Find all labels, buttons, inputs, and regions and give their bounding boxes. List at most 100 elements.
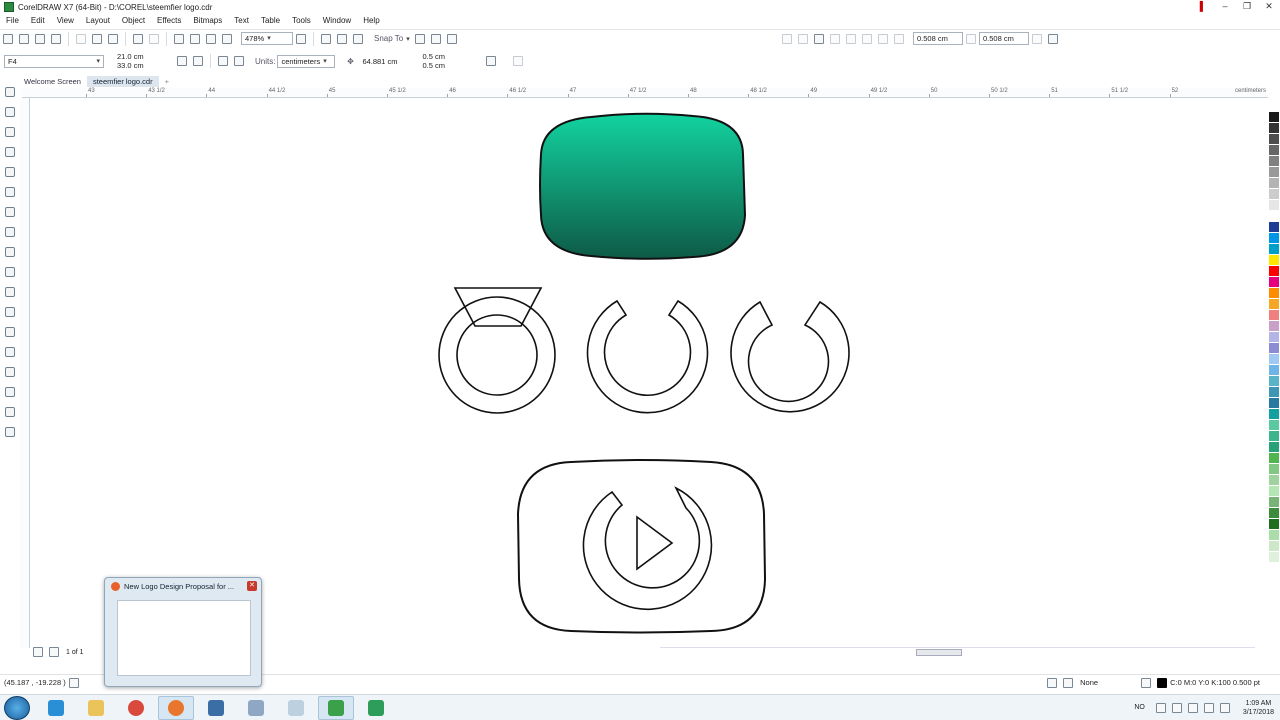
cut-icon[interactable] [76,33,86,44]
artistic-media-tool-icon[interactable] [5,187,15,197]
palette-swatch[interactable] [1269,178,1279,189]
palette-swatch[interactable] [1269,200,1279,211]
thumbnail-close-button[interactable]: ✕ [247,581,257,591]
palette-swatch[interactable] [1269,442,1279,453]
flag-icon[interactable] [1171,702,1182,713]
tab-steemfier-logo[interactable]: steemfier logo.cdr [86,76,159,87]
palette-swatch[interactable] [1269,189,1279,200]
palette-swatch[interactable] [1269,486,1279,497]
horizontal-ruler[interactable]: 43 43 1/2 44 44 1/2 45 45 1/2 46 46 1/2 47 47 1/2… [22,88,1268,98]
palette-swatch[interactable] [1269,541,1279,552]
outline-pen-icon[interactable] [1141,677,1152,688]
new-document-icon[interactable] [3,33,13,44]
scrollbar-thumb[interactable] [916,649,962,656]
print-icon[interactable] [51,33,61,44]
nudge-y-field[interactable]: 0.508 cm [979,32,1029,45]
palette-swatch[interactable] [1269,475,1279,486]
palette-swatch[interactable] [1269,288,1279,299]
palette-swatch[interactable] [1269,255,1279,266]
intersect-icon[interactable] [878,33,888,44]
palette-swatch[interactable] [1269,321,1279,332]
palette-swatch[interactable] [1269,156,1279,167]
menu-window[interactable]: Window [317,14,357,27]
menu-file[interactable]: File [0,14,25,27]
shape-tool-icon[interactable] [5,107,15,117]
palette-swatch[interactable] [1269,552,1279,563]
menu-text[interactable]: Text [228,14,255,27]
menu-edit[interactable]: Edit [25,14,51,27]
all-pages-icon[interactable] [218,56,228,66]
palette-swatch[interactable] [1269,343,1279,354]
palette-swatch[interactable] [1269,299,1279,310]
current-page-icon[interactable] [234,56,244,66]
horizontal-scrollbar[interactable] [660,647,1255,656]
volume-icon[interactable] [1219,702,1230,713]
palette-swatch[interactable] [1269,211,1279,222]
palette-swatch[interactable] [1269,167,1279,178]
add-tool-icon[interactable] [5,427,15,437]
palette-swatch[interactable] [1269,453,1279,464]
minimize-button[interactable]: – [1214,0,1236,14]
add-icon[interactable] [513,56,524,66]
menu-object[interactable]: Object [116,14,151,27]
application-launcher-icon[interactable] [430,33,441,44]
menu-table[interactable]: Table [255,14,286,27]
palette-swatch[interactable] [1269,354,1279,365]
save-icon[interactable] [35,33,45,44]
palette-swatch[interactable] [1269,497,1279,508]
palette-swatch[interactable] [1269,123,1279,134]
open-folder-icon[interactable] [19,33,29,44]
menu-view[interactable]: View [51,14,80,27]
palette-swatch[interactable] [1269,134,1279,145]
drop-shadow-tool-icon[interactable] [5,327,15,337]
freehand-tool-icon[interactable] [5,167,15,177]
document-taskbar-icon[interactable] [238,696,274,720]
parallel-dimension-tool-icon[interactable] [5,287,15,297]
internet-explorer-taskbar-icon[interactable] [38,696,74,720]
combine-icon[interactable] [814,33,824,44]
menu-layout[interactable]: Layout [80,14,116,27]
rectangle-tool-icon[interactable] [5,207,15,217]
tray-arrow-icon[interactable] [1155,702,1166,713]
break-apart-icon[interactable] [830,33,840,44]
nudge-y-stepper-icon[interactable] [1032,33,1042,44]
copy-icon[interactable] [92,33,102,44]
group-icon[interactable] [798,33,808,44]
palette-swatch[interactable] [1269,508,1279,519]
import-icon[interactable] [190,33,200,44]
ring-notched-right[interactable] [730,300,850,413]
vertical-ruler[interactable] [20,98,30,648]
page-height-field[interactable]: 33.0 cm [114,61,174,70]
drawing-canvas[interactable] [31,99,1267,644]
nudge-x-stepper-icon[interactable] [966,33,976,44]
ring-notched-middle[interactable] [586,299,709,414]
show-guidelines-icon[interactable] [353,33,363,44]
language-indicator[interactable]: NO [1134,704,1145,711]
battery-icon[interactable] [1203,702,1214,713]
page-nav-first-icon[interactable] [33,647,43,657]
palette-swatch[interactable] [1269,244,1279,255]
palette-swatch[interactable] [1269,409,1279,420]
palette-swatch[interactable] [1269,145,1279,156]
thumbnail-page-preview[interactable] [117,600,251,676]
redo-icon[interactable] [149,33,159,44]
pick-tool-icon[interactable] [5,87,15,97]
portrait-icon[interactable] [177,56,187,66]
corel-photo-taskbar-icon[interactable] [358,696,394,720]
close-button[interactable]: ✕ [1258,0,1280,14]
firefox-taskbar-icon[interactable] [158,695,194,720]
notepad-taskbar-icon[interactable] [278,696,314,720]
settings-gear-icon[interactable] [1048,33,1058,44]
edit-page-icon[interactable] [486,56,497,66]
weld-icon[interactable] [846,33,856,44]
show-grid-icon[interactable] [337,33,347,44]
status-play-icon[interactable] [68,677,79,688]
export-icon[interactable] [206,33,216,44]
palette-swatch[interactable] [1269,266,1279,277]
eyedropper-tool-icon[interactable] [5,367,15,377]
palette-swatch[interactable] [1269,464,1279,475]
palette-swatch[interactable] [1269,365,1279,376]
gradient-rounded-rectangle[interactable] [539,112,747,260]
palette-swatch[interactable] [1269,233,1279,244]
palette-swatch[interactable] [1269,277,1279,288]
